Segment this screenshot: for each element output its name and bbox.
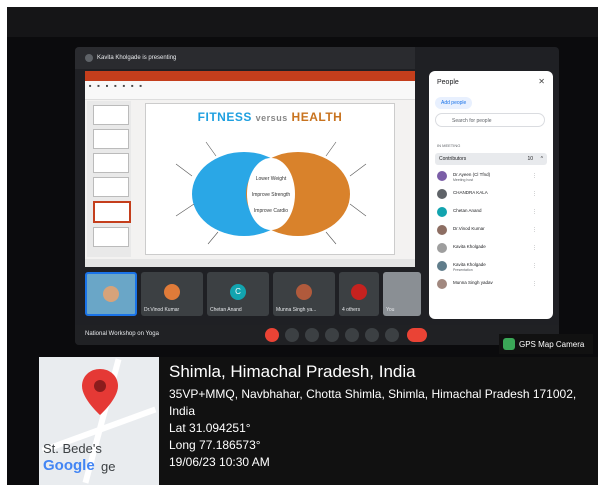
mic-off-icon: ⋮ bbox=[532, 209, 537, 215]
avatar: C bbox=[230, 284, 246, 300]
presenting-text: Kavita Kholgade is presenting bbox=[97, 55, 177, 61]
slide-thumb bbox=[93, 105, 129, 125]
tile-others[interactable]: 4 others bbox=[339, 272, 379, 316]
meeting-title: National Workshop on Yoga bbox=[85, 331, 159, 337]
avatar bbox=[437, 189, 447, 199]
participant-row[interactable]: Kavita Kholgade ⋮ bbox=[437, 241, 547, 259]
tile-vinod[interactable]: Dr.Vinod Kumar bbox=[141, 272, 203, 316]
captions-button[interactable] bbox=[305, 328, 319, 342]
search-people-input[interactable]: Search for people bbox=[435, 113, 545, 127]
overlap-label-3: Improve Cardio bbox=[254, 208, 288, 214]
current-slide: FITNESS versus HEALTH Lower Weight Impro… bbox=[145, 103, 395, 255]
gps-camera-icon bbox=[503, 338, 515, 350]
slide-thumb bbox=[93, 177, 129, 197]
participant-row[interactable]: Kavita Kholgade Presentation ⋮ bbox=[437, 259, 547, 277]
present-button[interactable] bbox=[345, 328, 359, 342]
avatar bbox=[437, 171, 447, 181]
slide-thumbnails bbox=[87, 101, 131, 257]
location-info: Shimla, Himachal Pradesh, India 35VP+MMQ… bbox=[169, 361, 576, 471]
presenting-banner: Kavita Kholgade is presenting bbox=[75, 47, 415, 69]
venn-diagram: Lower Weight Improve Strength Improve Ca… bbox=[175, 141, 367, 245]
map-place-label: St. Bede's bbox=[43, 441, 102, 456]
mic-active-icon: ⋮ bbox=[532, 245, 537, 251]
mic-off-icon: ⋮ bbox=[532, 173, 537, 179]
meet-controls: National Workshop on Yoga bbox=[75, 325, 559, 345]
more-options-button[interactable] bbox=[385, 328, 399, 342]
raise-hand-button[interactable] bbox=[365, 328, 379, 342]
in-meeting-label: IN MEETING bbox=[437, 143, 461, 148]
powerpoint-titlebar bbox=[85, 71, 415, 81]
shared-presentation: ■ ■ ■ ■ ■ ■ ■ FITNESS versus HEALTH Lowe… bbox=[85, 71, 415, 267]
google-logo: Google bbox=[43, 457, 95, 474]
participant-row[interactable]: Dr.Ayeen (Cl Tfnd) Meeting host ⋮ bbox=[437, 169, 547, 187]
presenter-avatar-icon bbox=[85, 54, 93, 62]
location-country: India bbox=[169, 404, 196, 418]
overlap-label-1: Lower Weight bbox=[256, 176, 287, 182]
avatar bbox=[437, 225, 447, 235]
participant-row[interactable]: CHANDRA KALA ⋮ bbox=[437, 187, 547, 205]
people-title: People bbox=[437, 79, 459, 86]
people-panel: People ✕ Add people Search for people IN… bbox=[429, 71, 553, 319]
avatar bbox=[164, 284, 180, 300]
photo-frame: Kavita Kholgade is presenting ■ ■ ■ ■ ■ ■ ■ FI… bbox=[7, 7, 598, 485]
wall bbox=[7, 7, 598, 37]
mic-off-icon: ⋮ bbox=[532, 263, 537, 269]
mic-off-icon: ⋮ bbox=[532, 281, 537, 287]
gps-camera-badge: GPS Map Camera bbox=[499, 334, 593, 354]
avatar bbox=[296, 284, 312, 300]
slide-thumb bbox=[93, 129, 129, 149]
mic-off-icon: ⋮ bbox=[532, 191, 537, 197]
slide-thumb bbox=[93, 153, 129, 173]
map-thumbnail: St. Bede's Google ge bbox=[39, 357, 159, 485]
presenter-video bbox=[103, 286, 119, 302]
participant-row[interactable]: Munna Singh yadav ⋮ bbox=[437, 277, 547, 295]
chevron-up-icon: ^ bbox=[540, 156, 543, 162]
mic-off-icon: ⋮ bbox=[532, 227, 537, 233]
leave-call-button[interactable] bbox=[407, 328, 427, 342]
add-people-button[interactable]: Add people bbox=[435, 97, 473, 109]
mic-button[interactable] bbox=[265, 328, 279, 342]
overlap-label-2: Improve Strength bbox=[252, 192, 291, 198]
slide-thumb bbox=[93, 227, 129, 247]
tile-you[interactable]: You bbox=[383, 272, 421, 316]
tile-presenter[interactable] bbox=[85, 272, 137, 316]
participant-tiles: Dr.Vinod Kumar C Chetan Anand Munna Sing… bbox=[85, 272, 421, 320]
longitude: Long 77.186573° bbox=[169, 438, 261, 452]
avatar bbox=[351, 284, 367, 300]
location-overlay: St. Bede's Google ge Shimla, Himachal Pr… bbox=[39, 357, 598, 485]
avatar bbox=[437, 279, 447, 289]
tile-munna[interactable]: Munna Singh ya... bbox=[273, 272, 335, 316]
latitude: Lat 31.094251° bbox=[169, 421, 251, 435]
meet-screen: Kavita Kholgade is presenting ■ ■ ■ ■ ■ ■ ■ FI… bbox=[75, 47, 559, 345]
powerpoint-statusbar bbox=[85, 259, 415, 267]
participant-row[interactable]: Dr.Vinod Kumar ⋮ bbox=[437, 223, 547, 241]
avatar bbox=[437, 207, 447, 217]
avatar bbox=[437, 243, 447, 253]
tile-chetan[interactable]: C Chetan Anand bbox=[207, 272, 269, 316]
powerpoint-ribbon: ■ ■ ■ ■ ■ ■ ■ bbox=[85, 81, 415, 100]
location-city: Shimla, Himachal Pradesh, India bbox=[169, 362, 416, 381]
camera-button[interactable] bbox=[285, 328, 299, 342]
timestamp: 19/06/23 10:30 AM bbox=[169, 455, 270, 469]
slide-thumb-selected bbox=[93, 201, 131, 223]
location-address: 35VP+MMQ, Navbhahar, Chotta Shimla, Shim… bbox=[169, 387, 577, 401]
participant-row[interactable]: Chetan Anand ⋮ bbox=[437, 205, 547, 223]
close-icon[interactable]: ✕ bbox=[538, 77, 545, 86]
emoji-button[interactable] bbox=[325, 328, 339, 342]
avatar bbox=[437, 261, 447, 271]
contributors-group[interactable]: Contributors 10 ^ bbox=[435, 153, 547, 165]
